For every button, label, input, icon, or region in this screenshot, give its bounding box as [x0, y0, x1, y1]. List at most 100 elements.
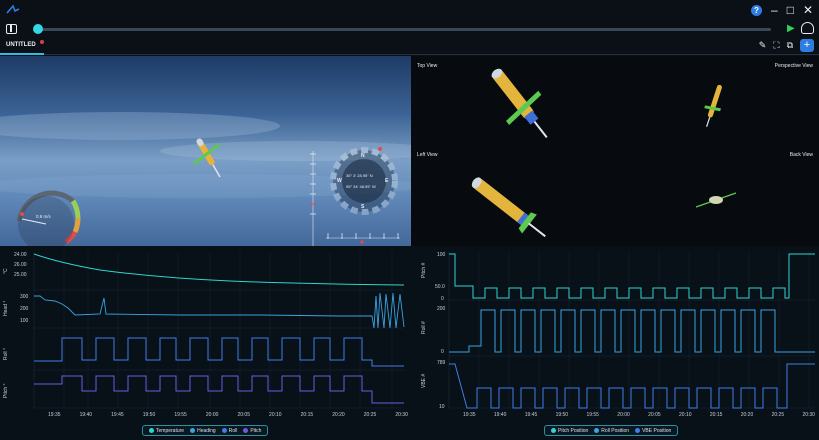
left-view-glider — [471, 177, 546, 238]
x-tick: 19:50 — [142, 412, 156, 418]
tab-label: UNTITLED — [6, 42, 36, 48]
temperature-series — [33, 253, 405, 286]
x-tick: 19:35 — [463, 412, 476, 418]
x-axis-ticks: 19:35 19:40 19:45 19:50 19:55 20:00 20:0… — [48, 412, 408, 418]
temp-tick: 26.00 — [14, 262, 27, 268]
x-tick: 19:45 — [111, 412, 124, 418]
vbe-position-tick: 789 — [437, 360, 446, 366]
x-tick: 20:30 — [802, 412, 815, 418]
maximize-button[interactable]: □ — [787, 2, 794, 18]
legend-roll-position[interactable]: Roll Position — [594, 428, 629, 434]
x-tick: 19:55 — [174, 412, 187, 418]
play-icon[interactable]: ▶ — [787, 23, 795, 34]
x-tick: 19:45 — [524, 412, 538, 418]
x-tick: 19:40 — [79, 412, 93, 418]
longitude-readout: 95° 34' 48.95" W — [346, 184, 376, 189]
compass-west: W — [337, 178, 342, 184]
edit-icon[interactable]: ✎ — [759, 40, 767, 51]
x-tick: 20:05 — [648, 412, 661, 418]
heading-series — [34, 292, 405, 329]
legend-pitch[interactable]: Pitch — [243, 428, 261, 434]
roll-position-series — [449, 309, 815, 353]
position-legend: Pitch Position Roll Position VBE Positio… — [544, 425, 679, 436]
x-tick: 20:00 — [617, 412, 630, 418]
perspective-view-glider — [704, 84, 722, 128]
help-button[interactable]: ? — [751, 4, 762, 16]
roll-series — [34, 337, 404, 367]
pitch-position-tick: 0 — [441, 296, 444, 302]
x-tick: 19:50 — [555, 412, 569, 418]
x-tick: 20:00 — [205, 412, 219, 418]
close-button[interactable]: ✕ — [803, 2, 813, 18]
latitude-readout: 36° 3' 28.95" N — [346, 173, 373, 178]
x-tick: 20:30 — [395, 412, 408, 418]
pitch-position-tick: 50.0 — [435, 284, 445, 290]
airspeed-gauge — [16, 190, 81, 246]
add-panel-button[interactable]: + — [800, 39, 814, 52]
roll-position-tick: 0 — [441, 349, 444, 355]
x-axis-ticks: 19:35 19:40 19:45 19:50 19:55 20:00 20:0… — [463, 412, 815, 418]
tab-untitled[interactable]: UNTITLED — [0, 38, 44, 55]
temp-axis-label: °C — [3, 268, 9, 274]
heading-tick: 300 — [20, 294, 29, 300]
pitch-position-series — [449, 253, 815, 299]
title-bar: ? – □ ✕ — [0, 0, 819, 20]
temp-tick: 25.00 — [14, 272, 27, 278]
timeline-track[interactable] — [36, 28, 771, 31]
legend-vbe-position[interactable]: VBE Position — [635, 428, 671, 434]
vbe-position-tick: 10 — [439, 404, 445, 410]
pitch-axis-label: Pitch ° — [3, 383, 9, 398]
vbe-position-series — [449, 363, 815, 409]
x-tick: 19:55 — [586, 412, 599, 418]
x-tick: 20:20 — [740, 412, 754, 418]
x-tick: 20:25 — [771, 412, 785, 418]
multi-view-panel[interactable]: Top View Perspective View Left View Back… — [411, 56, 819, 246]
vbe-position-axis-label: VBE # — [421, 373, 427, 388]
tab-bar: UNTITLED ✎ ⛶ ⧉ + — [0, 38, 819, 55]
pitch-position-axis-label: Pitch # — [421, 262, 427, 278]
x-tick: 20:05 — [237, 412, 250, 418]
fullscreen-icon[interactable]: ⛶ — [773, 40, 779, 51]
roll-position-axis-label: Roll # — [421, 321, 427, 334]
compass-north: N — [361, 153, 365, 159]
temp-tick: 24.00 — [14, 252, 27, 258]
altitude-tape — [310, 151, 316, 246]
popout-icon[interactable]: ⧉ — [787, 40, 793, 51]
back-view-glider — [695, 192, 737, 208]
top-view-glider — [491, 68, 548, 139]
legend-pitch-position[interactable]: Pitch Position — [551, 428, 588, 434]
scene-3d-panel[interactable]: 0.8 m/s N E S W 36° 3' 28.95" N 95° 34' … — [0, 56, 411, 246]
legend-temperature[interactable]: Temperature — [149, 428, 184, 434]
airspeed-readout: 0.8 m/s — [36, 214, 51, 219]
compass-east: E — [385, 178, 389, 184]
pitch-position-tick: 100 — [437, 252, 446, 258]
pitch-series — [34, 375, 404, 404]
x-tick: 19:35 — [48, 412, 61, 418]
sensor-legend: Temperature Heading Roll Pitch — [142, 425, 269, 436]
position-chart-panel[interactable]: Pitch # Roll # VBE # 100 50.0 0 200 0 78… — [411, 248, 819, 440]
heading-tape — [326, 233, 400, 244]
compass-south: S — [361, 204, 365, 210]
heading-tick: 100 — [20, 318, 29, 324]
unsaved-dot-icon — [39, 40, 44, 44]
sidebar-toggle-icon[interactable] — [6, 24, 17, 34]
minimize-button[interactable]: – — [771, 2, 778, 18]
app-logo-icon — [6, 4, 20, 14]
x-tick: 20:25 — [363, 412, 377, 418]
heading-axis-label: Head ° — [3, 300, 9, 316]
timeline-scrubber[interactable] — [33, 24, 43, 34]
x-tick: 20:10 — [679, 412, 692, 418]
roll-axis-label: Roll ° — [3, 347, 9, 360]
x-tick: 20:10 — [269, 412, 282, 418]
legend-heading[interactable]: Heading — [190, 428, 216, 434]
x-tick: 20:15 — [709, 412, 723, 418]
playback-timeline: ▶ — [0, 20, 819, 38]
x-tick: 20:20 — [332, 412, 345, 418]
sensor-chart-panel[interactable]: °C Head ° Roll ° Pitch ° 24.00 26.00 25.… — [0, 248, 411, 440]
legend-roll[interactable]: Roll — [221, 428, 237, 434]
x-tick: 19:40 — [493, 412, 507, 418]
roll-position-tick: 200 — [437, 306, 446, 312]
speed-gauge-icon[interactable] — [801, 22, 814, 34]
heading-tick: 200 — [20, 306, 29, 312]
x-tick: 20:15 — [300, 412, 314, 418]
